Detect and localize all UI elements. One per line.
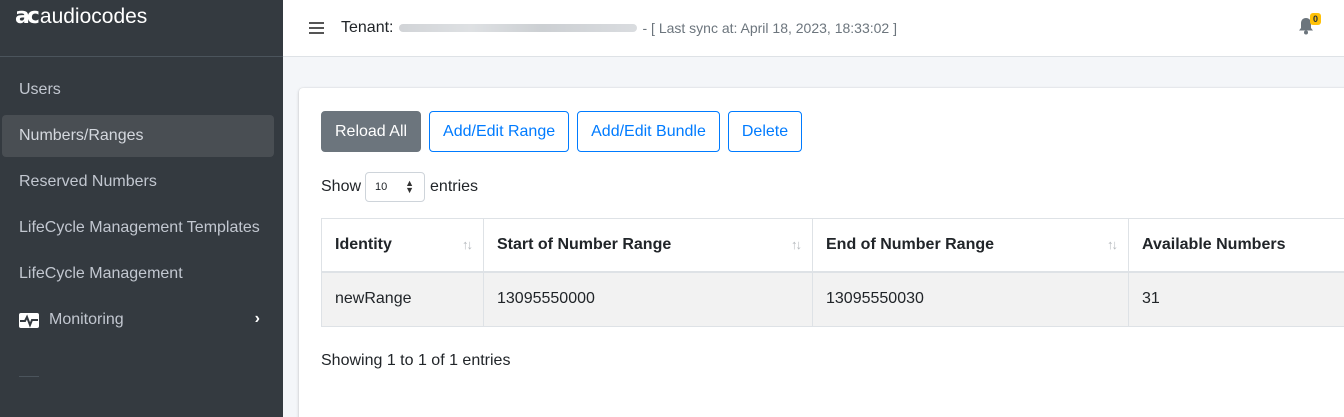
add-edit-range-button[interactable]: Add/Edit Range (429, 111, 570, 152)
notifications-button[interactable]: 0 (1298, 13, 1321, 35)
top-navbar: Tenant: - [ Last sync at: April 18, 2023… (283, 0, 1344, 57)
logo-mark: ac (15, 4, 40, 29)
logo-text: audiocodes (39, 5, 148, 28)
sidebar-item-label: Numbers/Ranges (19, 127, 144, 144)
toolbar: Reload All Add/Edit Range Add/Edit Bundl… (321, 111, 810, 152)
sidebar: ac audiocodes Users Numbers/Ranges Reser… (0, 0, 283, 417)
sort-icon: ↑↓ (1107, 237, 1118, 252)
reload-all-button[interactable]: Reload All (321, 111, 422, 152)
number-ranges-table: Identity ↑↓ Start of Number Range ↑↓ End… (321, 218, 1344, 327)
show-label: Show (321, 178, 362, 195)
sidebar-item-label: LifeCycle Management Templates (19, 219, 260, 236)
cell-start-range: 13095550000 (483, 271, 813, 327)
delete-button[interactable]: Delete (727, 111, 803, 152)
sidebar-item-monitoring[interactable]: Monitoring › (2, 299, 274, 341)
sidebar-item-lifecycle-management[interactable]: LifeCycle Management (2, 253, 274, 295)
audiocodes-logo: ac audiocodes (15, 6, 147, 28)
brand[interactable]: ac audiocodes (0, 0, 283, 57)
column-header-label: Start of Number Range (497, 235, 672, 253)
table-row[interactable]: newRange 13095550000 13095550030 31 (321, 271, 1344, 327)
tenant-info: Tenant: - [ Last sync at: April 18, 2023… (341, 19, 897, 37)
table-header-row: Identity ↑↓ Start of Number Range ↑↓ End… (321, 218, 1344, 273)
cell-end-range: 13095550030 (812, 271, 1129, 327)
chevron-right-icon: › (254, 310, 260, 327)
entries-label: entries (430, 178, 479, 195)
sidebar-divider (19, 376, 39, 377)
entries-per-page-select[interactable]: 10 ▲ ▼ (365, 172, 426, 202)
add-edit-bundle-button[interactable]: Add/Edit Bundle (577, 111, 720, 152)
column-header-label: End of Number Range (826, 235, 995, 253)
last-sync-text: - [ Last sync at: April 18, 2023, 18:33:… (642, 20, 897, 36)
sidebar-item-label: Reserved Numbers (19, 173, 157, 190)
entries-length-control: Show 10 ▲ ▼ entries (321, 172, 478, 202)
sidebar-item-reserved-numbers[interactable]: Reserved Numbers (2, 161, 274, 203)
column-header-available-numbers[interactable]: Available Numbers (1128, 218, 1344, 273)
column-header-label: Identity (335, 235, 392, 253)
hamburger-menu-icon[interactable] (309, 22, 324, 34)
column-header-end-range[interactable]: End of Number Range ↑↓ (812, 218, 1129, 273)
sidebar-item-label: Monitoring (49, 311, 124, 328)
sidebar-item-numbers-ranges[interactable]: Numbers/Ranges (2, 115, 274, 157)
column-header-identity[interactable]: Identity ↑↓ (321, 218, 484, 273)
column-header-label: Available Numbers (1142, 235, 1286, 253)
tenant-label: Tenant: (341, 19, 394, 36)
notification-badge: 0 (1309, 13, 1321, 25)
monitor-pulse-icon (19, 312, 39, 328)
sort-icon: ↑↓ (462, 237, 473, 252)
sort-icon: ↑↓ (791, 237, 802, 252)
number-ranges-card: Reload All Add/Edit Range Add/Edit Bundl… (299, 88, 1344, 417)
sidebar-item-label: Users (19, 81, 61, 98)
cell-available-numbers: 31 (1128, 271, 1344, 327)
sidebar-item-lifecycle-templates[interactable]: LifeCycle Management Templates (2, 207, 274, 249)
table-info: Showing 1 to 1 of 1 entries (321, 352, 511, 369)
column-header-start-range[interactable]: Start of Number Range ↑↓ (483, 218, 813, 273)
entries-per-page-value: 10 (375, 181, 388, 193)
select-caret-icon: ▲ ▼ (405, 178, 415, 195)
cell-identity: newRange (321, 271, 484, 327)
tenant-email-redacted (399, 24, 638, 32)
sidebar-item-label: LifeCycle Management (19, 265, 183, 282)
sidebar-nav: Users Numbers/Ranges Reserved Numbers Li… (0, 69, 283, 341)
sidebar-item-users[interactable]: Users (2, 69, 274, 111)
